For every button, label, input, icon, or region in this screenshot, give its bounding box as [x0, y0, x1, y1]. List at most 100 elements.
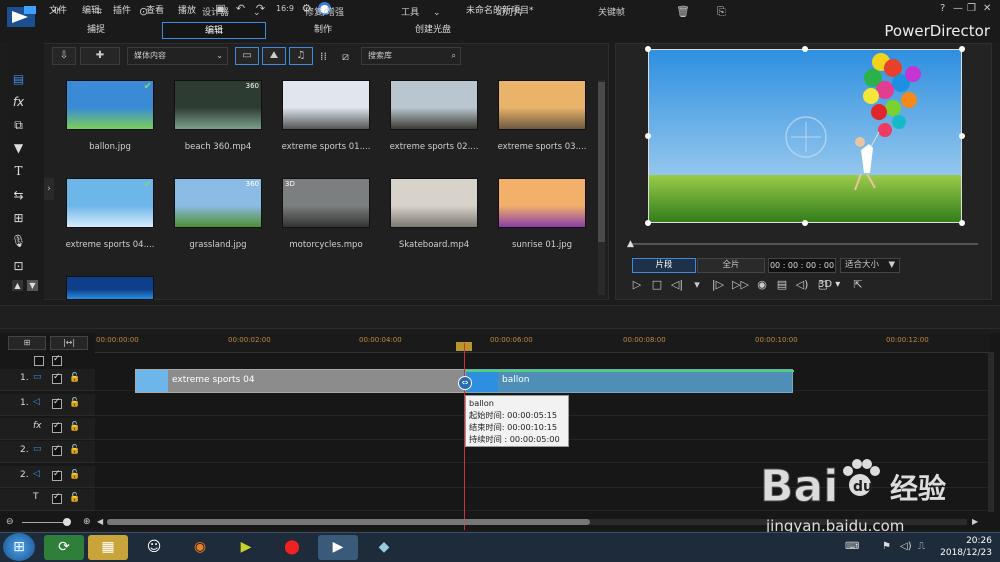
zoom-dropdown[interactable]: 适合大小 ▼: [840, 258, 900, 273]
minimize-icon[interactable]: —: [953, 3, 963, 14]
taskbar-qq-icon[interactable]: ☺: [134, 535, 174, 560]
tab-create-disc[interactable]: 创建光盘: [390, 22, 476, 39]
filter-audio-icon[interactable]: ♫: [289, 47, 313, 65]
aspect-ratio-icon[interactable]: 16:9: [274, 2, 296, 15]
track-enable-checkbox[interactable]: [52, 397, 62, 409]
resize-handle-l[interactable]: [645, 133, 651, 139]
scroll-down-icon[interactable]: ▼: [27, 280, 38, 291]
fx-room-icon[interactable]: fx: [10, 94, 27, 111]
taskbar-powerdirector-icon[interactable]: ▶: [318, 535, 358, 560]
resize-handle-bl[interactable]: [645, 220, 651, 226]
zoom-slider-thumb[interactable]: [63, 518, 71, 526]
seek-marker-icon[interactable]: ▲: [627, 239, 634, 249]
audio-mix-room-icon[interactable]: ⊞: [10, 210, 27, 227]
fit-timeline-button[interactable]: |↔|: [50, 336, 88, 350]
tray-keyboard-icon[interactable]: ⌨: [845, 541, 859, 552]
lock-icon[interactable]: 🔓: [69, 422, 80, 432]
timeline-scroll-thumb[interactable]: [107, 519, 590, 525]
tools-menu[interactable]: 工具 ⌄: [401, 5, 441, 18]
all-tracks-enable-checkbox[interactable]: [52, 354, 62, 366]
play-icon[interactable]: ▷: [630, 278, 644, 292]
chapter-room-icon[interactable]: ⊡: [10, 258, 27, 275]
filter-image-icon[interactable]: ⛰: [262, 47, 286, 65]
resize-handle-tl[interactable]: [645, 46, 651, 52]
export-icon[interactable]: ⎘: [717, 5, 726, 19]
resize-handle-br[interactable]: [959, 220, 965, 226]
timeline-clip[interactable]: extreme sports 04: [135, 369, 465, 393]
filter-video-icon[interactable]: ▭: [235, 47, 259, 65]
taskbar-camtasia-icon[interactable]: ▶: [226, 535, 266, 560]
preview-seek-bar[interactable]: [630, 243, 978, 245]
title-room-icon[interactable]: T: [10, 163, 27, 180]
taskbar-notes-icon[interactable]: ◆: [364, 535, 404, 560]
resize-handle-r[interactable]: [959, 133, 965, 139]
taskbar-firefox-icon[interactable]: ◉: [180, 535, 220, 560]
track-enable-checkbox[interactable]: [52, 492, 62, 504]
keyframe-button[interactable]: 关键帧: [598, 5, 625, 18]
tab-produce[interactable]: 制作: [280, 22, 366, 39]
tray-network-icon[interactable]: ⎍: [918, 541, 925, 552]
zoom-in-icon[interactable]: ⊕: [83, 517, 91, 527]
track-enable-checkbox[interactable]: [52, 469, 62, 481]
preview-canvas[interactable]: [648, 49, 962, 223]
help-icon[interactable]: ?: [940, 3, 945, 14]
designer-menu[interactable]: 设计器 ⌄: [202, 5, 261, 18]
tray-flag-icon[interactable]: ⚑: [882, 541, 891, 552]
lock-icon[interactable]: 🔓: [69, 470, 80, 480]
subtitle-icon[interactable]: ▤: [775, 278, 789, 292]
scroll-left-icon[interactable]: ◀: [97, 517, 103, 526]
zoom-out-icon[interactable]: ⊖: [6, 517, 14, 527]
stop-icon[interactable]: □: [650, 278, 664, 292]
thumbnail-size-icon[interactable]: ⧄: [342, 50, 349, 64]
lock-icon[interactable]: 🔓: [69, 493, 80, 503]
library-search-field[interactable]: 搜索库 ⌕: [361, 47, 461, 65]
tab-capture[interactable]: 捕捉: [50, 22, 142, 39]
voiceover-room-icon[interactable]: 🎙: [10, 233, 27, 250]
import-media-icon[interactable]: ⇩: [52, 47, 76, 65]
lock-icon[interactable]: 🔓: [69, 445, 80, 455]
transition-room-icon[interactable]: ⇆: [10, 187, 27, 204]
fullscreen-icon[interactable]: ⇱: [851, 278, 865, 292]
timecode-field[interactable]: 00 : 00 : 00 : 00: [768, 258, 836, 273]
resize-handle-b[interactable]: [802, 220, 808, 226]
plugin-icon[interactable]: ✚: [80, 47, 120, 65]
track-enable-checkbox[interactable]: [52, 444, 62, 456]
taskbar-clock[interactable]: 20:26 2018/12/23: [940, 535, 992, 559]
trash-icon[interactable]: 🗑: [676, 5, 690, 18]
taskbar-explorer-icon[interactable]: ▦: [88, 535, 128, 560]
resize-handle-tr[interactable]: [959, 46, 965, 52]
3d-mode-toggle[interactable]: 3D ▾: [818, 279, 840, 290]
snapshot-icon[interactable]: ◉: [755, 278, 769, 292]
particle-room-icon[interactable]: ▼: [10, 140, 27, 157]
fast-forward-icon[interactable]: ▷▷: [732, 278, 749, 292]
start-button[interactable]: ⊞: [3, 533, 35, 561]
menu-play[interactable]: 播放: [178, 3, 196, 16]
repair-enhance-button[interactable]: 修复/增强: [305, 5, 344, 18]
track-enable-checkbox[interactable]: [52, 372, 62, 384]
media-room-icon[interactable]: ▤: [10, 71, 27, 88]
split-icon[interactable]: ⟛: [52, 5, 61, 16]
movie-mode-button[interactable]: 全片: [697, 258, 765, 273]
grid-view-icon[interactable]: ⁞⁞: [320, 50, 327, 63]
lock-icon[interactable]: 🔓: [69, 373, 80, 383]
expand-panel-icon[interactable]: ›: [44, 178, 54, 200]
tab-edit[interactable]: 编辑: [162, 22, 266, 39]
previous-frame-icon[interactable]: ◁|: [670, 278, 684, 292]
library-scroll-thumb[interactable]: [598, 82, 605, 242]
volume-icon[interactable]: ◁): [795, 278, 809, 292]
restore-icon[interactable]: ❐: [967, 3, 976, 14]
menu-plugins[interactable]: 插件: [113, 3, 131, 16]
menu-view[interactable]: 查看: [146, 3, 164, 16]
all-tracks-visible-checkbox[interactable]: [34, 356, 44, 366]
crop-icon[interactable]: ⌗: [96, 5, 102, 19]
resize-handle-t[interactable]: [802, 46, 808, 52]
clip-mode-button[interactable]: 片段: [632, 258, 696, 273]
set-mark-icon[interactable]: ▾: [690, 278, 704, 292]
tray-volume-icon[interactable]: ◁): [900, 541, 912, 552]
timeline-clip[interactable]: ballon: [465, 369, 794, 393]
next-frame-icon[interactable]: |▷: [711, 278, 725, 292]
taskbar-360-icon[interactable]: ⟳: [44, 535, 84, 560]
track-manager-button[interactable]: ⊞: [8, 336, 46, 350]
scroll-up-icon[interactable]: ▲: [12, 280, 23, 291]
slideshow-button[interactable]: 幻灯片: [496, 5, 523, 18]
